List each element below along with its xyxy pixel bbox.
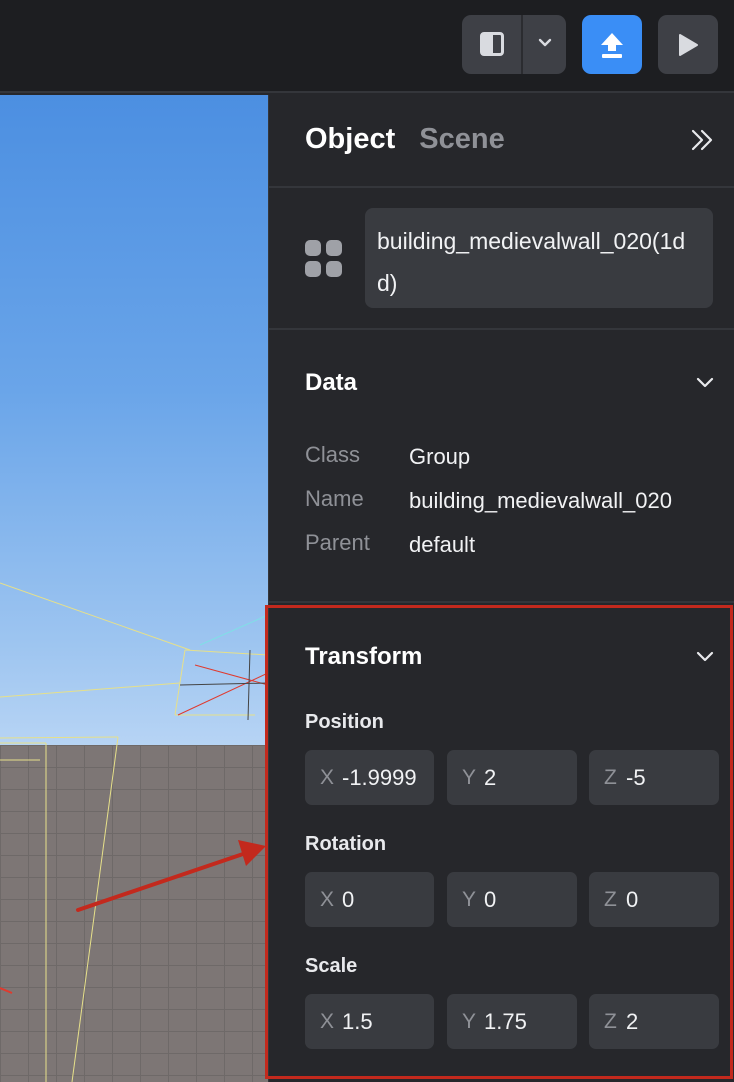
scene-viewport[interactable]: [0, 95, 268, 1082]
axis-x-label: X: [320, 887, 335, 911]
scale-z-field[interactable]: Z 2: [589, 994, 719, 1049]
axis-y-label: Y: [462, 887, 477, 911]
layout-toggle-button[interactable]: [462, 15, 566, 74]
position-y-field[interactable]: Y 2: [447, 750, 577, 805]
transform-section-title[interactable]: Transform: [305, 643, 422, 671]
collapse-panel-icon[interactable]: [689, 127, 715, 153]
scale-label: Scale: [305, 955, 358, 977]
panel-layout-icon: [480, 32, 504, 56]
axis-x-label: X: [320, 765, 335, 789]
axis-z-label: Z: [604, 1009, 617, 1033]
rotation-label: Rotation: [305, 833, 387, 855]
rotation-x-value[interactable]: 0: [342, 887, 354, 913]
data-key-parent: Parent: [305, 530, 370, 555]
position-y-value[interactable]: 2: [484, 765, 496, 791]
rotation-z-value[interactable]: 0: [626, 887, 638, 913]
play-button[interactable]: [658, 15, 718, 74]
data-key-class: Class: [305, 442, 361, 467]
inspector-tabs: Object Scene: [305, 123, 505, 156]
chevron-down-icon[interactable]: [694, 371, 716, 393]
rotation-y-value[interactable]: 0: [484, 887, 496, 913]
selection-wireframe: [0, 582, 268, 1082]
scale-y-value[interactable]: 1.75: [484, 1009, 527, 1035]
chevron-down-icon[interactable]: [538, 36, 552, 50]
divider: [269, 328, 734, 330]
axis-z-label: Z: [604, 887, 617, 911]
rotation-x-field[interactable]: X 0: [305, 872, 434, 927]
position-x-value[interactable]: -1.9999: [342, 765, 417, 791]
axis-x-label: X: [320, 1009, 335, 1033]
scale-x-field[interactable]: X 1.5: [305, 994, 434, 1049]
data-key-name: Name: [305, 486, 364, 511]
scale-y-field[interactable]: Y 1.75: [447, 994, 577, 1049]
tab-object[interactable]: Object: [305, 123, 395, 156]
publish-button[interactable]: [582, 15, 642, 74]
object-name-field[interactable]: building_medievalwall_020(1dd): [365, 208, 713, 308]
rotation-y-field[interactable]: Y 0: [447, 872, 577, 927]
scale-z-value[interactable]: 2: [626, 1009, 638, 1035]
divider: [269, 601, 734, 603]
data-value-name: building_medievalwall_020: [409, 488, 672, 513]
data-value-parent: default: [409, 532, 476, 557]
position-x-field[interactable]: X -1.9999: [305, 750, 434, 805]
divider: [269, 186, 734, 188]
axis-y-label: Y: [462, 765, 477, 789]
data-value-class: Group: [409, 444, 471, 469]
data-section-title[interactable]: Data: [305, 369, 357, 397]
tab-scene[interactable]: Scene: [419, 123, 504, 156]
play-icon: [679, 33, 698, 56]
axis-y-label: Y: [462, 1009, 477, 1033]
axis-z-label: Z: [604, 765, 617, 789]
upload-icon: [601, 32, 623, 58]
group-object-icon: [305, 240, 343, 278]
rotation-z-field[interactable]: Z 0: [589, 872, 719, 927]
chevron-down-icon[interactable]: [694, 645, 716, 667]
top-toolbar: [0, 0, 734, 93]
scale-x-value[interactable]: 1.5: [342, 1009, 373, 1035]
position-z-value[interactable]: -5: [626, 765, 646, 791]
inspector-panel: Object Scene building_medievalwall_020(1…: [268, 95, 734, 1082]
button-separator: [521, 15, 523, 74]
position-z-field[interactable]: Z -5: [589, 750, 719, 805]
position-label: Position: [305, 711, 384, 733]
